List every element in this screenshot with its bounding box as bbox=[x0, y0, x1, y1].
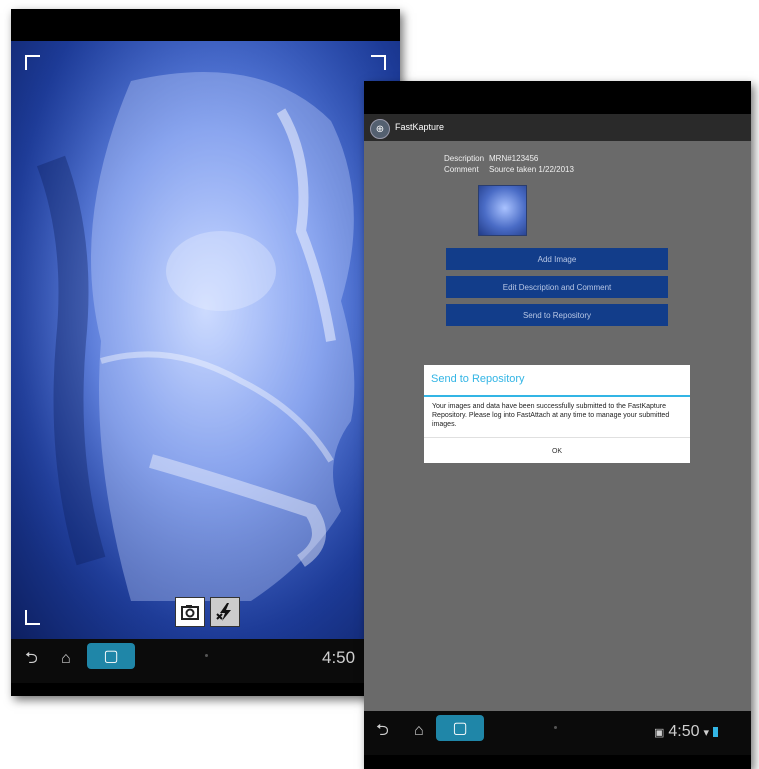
shutter-button[interactable] bbox=[175, 597, 205, 627]
status-area: ▣ 4:50 ▾ bbox=[654, 723, 719, 741]
status-clock: 4:50 bbox=[668, 723, 700, 740]
battery-icon bbox=[713, 727, 719, 737]
dialog-ok-button[interactable]: OK bbox=[424, 437, 690, 464]
camera-tablet: ⮌ ⌂ ▢ 4:50 bbox=[11, 9, 400, 696]
comment-value: Source taken 1/22/2013 bbox=[489, 165, 574, 174]
action-bar: ⊕ FastKapture bbox=[364, 114, 751, 141]
recent-apps-button[interactable]: ▢ bbox=[87, 643, 135, 669]
recent-apps-icon: ▢ bbox=[103, 648, 119, 665]
viewfinder-corner-bottom-left bbox=[25, 610, 40, 625]
dialog-title: Send to Repository bbox=[431, 373, 525, 385]
recent-apps-button[interactable]: ▢ bbox=[436, 715, 484, 741]
app-screen: ⊕ FastKapture Description MRN#123456 Comm… bbox=[364, 114, 751, 711]
camera-viewfinder[interactable] bbox=[11, 41, 400, 639]
gallery-notification-icon: ▣ bbox=[654, 726, 665, 739]
camera-icon bbox=[181, 605, 199, 620]
flash-toggle-button[interactable] bbox=[210, 597, 240, 627]
flash-off-icon bbox=[216, 603, 231, 621]
app-title: FastKapture bbox=[395, 122, 445, 132]
comment-label: Comment bbox=[444, 165, 479, 174]
image-thumbnail[interactable] bbox=[478, 185, 527, 236]
back-icon[interactable]: ⮌ bbox=[376, 723, 389, 739]
send-to-repository-button[interactable]: Send to Repository bbox=[446, 304, 668, 326]
home-icon[interactable]: ⌂ bbox=[61, 651, 71, 667]
dialog-divider bbox=[424, 395, 690, 397]
xray-preview-image bbox=[11, 41, 400, 639]
app-logo-icon[interactable]: ⊕ bbox=[370, 119, 390, 139]
description-value: MRN#123456 bbox=[489, 154, 539, 163]
system-navigation-bar: ⮌ ⌂ ▢ 4:50 bbox=[11, 639, 400, 683]
send-repository-dialog: Send to Repository Your images and data … bbox=[424, 365, 690, 463]
add-image-button[interactable]: Add Image bbox=[446, 248, 668, 270]
viewfinder-corner-top-right bbox=[371, 55, 386, 70]
comment-row: Comment Source taken 1/22/2013 bbox=[444, 165, 574, 174]
nav-dot bbox=[554, 726, 557, 729]
home-icon[interactable]: ⌂ bbox=[414, 723, 424, 739]
back-icon[interactable]: ⮌ bbox=[25, 651, 38, 667]
viewfinder-corner-top-left bbox=[25, 55, 40, 70]
status-clock: 4:50 bbox=[322, 648, 356, 667]
description-row: Description MRN#123456 bbox=[444, 154, 538, 163]
wifi-icon: ▾ bbox=[703, 726, 710, 739]
dialog-message: Your images and data have been successfu… bbox=[432, 403, 670, 428]
nav-dot bbox=[205, 654, 208, 657]
edit-description-button[interactable]: Edit Description and Comment bbox=[446, 276, 668, 298]
system-navigation-bar: ⮌ ⌂ ▢ ▣ 4:50 ▾ bbox=[364, 711, 751, 755]
description-label: Description bbox=[444, 154, 485, 163]
app-tablet: ⊕ FastKapture Description MRN#123456 Comm… bbox=[364, 81, 751, 769]
recent-apps-icon: ▢ bbox=[452, 720, 468, 737]
